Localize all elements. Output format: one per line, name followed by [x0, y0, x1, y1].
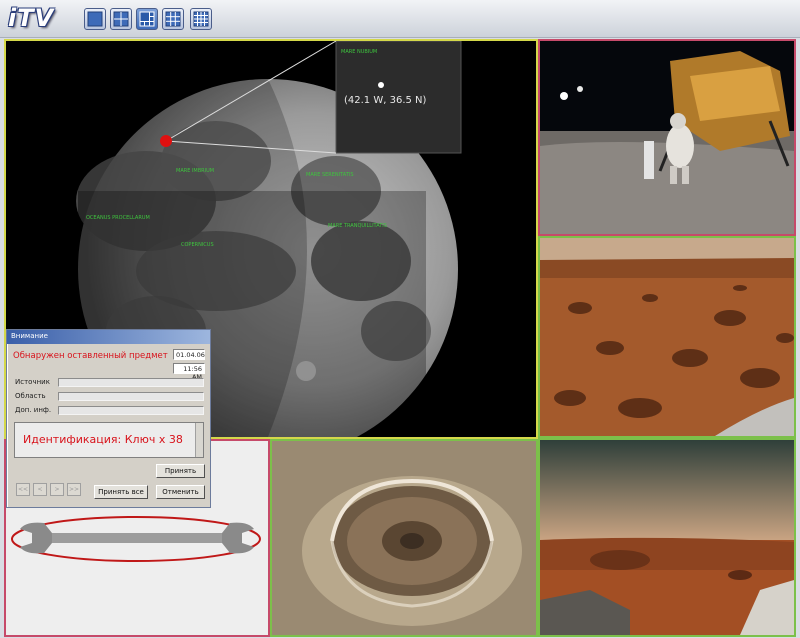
- layout-1plus5-button[interactable]: [136, 8, 158, 30]
- identification-text: Идентификация: Ключ х 38: [23, 433, 183, 446]
- camera-cell-top-right[interactable]: [538, 39, 796, 236]
- camera-cell-bottom-right[interactable]: [538, 438, 796, 637]
- moon-label-serenitatis: MARE SERENITATIS: [306, 172, 354, 178]
- layout-1x1-icon: [87, 11, 103, 27]
- nav-first-button[interactable]: <<: [16, 483, 30, 496]
- layout-3x3-button[interactable]: [162, 8, 184, 30]
- moon-label-procellarum: OCEANUS PROCELLARUM: [86, 215, 150, 221]
- moon-label-imbrium: MARE IMBRIUM: [176, 168, 214, 174]
- layout-4x4-button[interactable]: [190, 8, 212, 30]
- layout-4x4-icon: [193, 11, 209, 27]
- extra-info-label: Доп. инф.: [15, 406, 52, 414]
- layout-1plus5-icon: [139, 11, 155, 27]
- lunar-landing-image: [540, 41, 794, 234]
- object-marker: [160, 135, 172, 147]
- moon-label-nubium: MARE NUBIUM: [341, 49, 377, 55]
- layout-3x3-icon: [165, 11, 181, 27]
- moon-label-tranquillitatis: MARE TRANQUILLITATIS: [328, 223, 387, 229]
- mars-rocks-image: [540, 238, 794, 436]
- cancel-button[interactable]: Отменить: [156, 485, 205, 499]
- source-label: Источник: [15, 378, 50, 386]
- mars-horizon-image: [540, 440, 794, 635]
- source-field: [58, 378, 204, 387]
- dialog-title: Внимание: [7, 330, 210, 344]
- area-label: Область: [15, 392, 46, 400]
- camera-cell-bottom-center[interactable]: [270, 439, 538, 637]
- coords-label: (42.1 W, 36.5 N): [344, 95, 427, 106]
- accept-all-button[interactable]: Принять все: [94, 485, 148, 499]
- alert-message: Обнаружен оставленный предмет: [13, 351, 168, 361]
- itv-logo: iTV: [8, 4, 55, 32]
- area-field: [58, 392, 204, 401]
- layout-1x1-button[interactable]: [84, 8, 106, 30]
- extra-info-field: [58, 406, 204, 415]
- identification-box: Идентификация: Ключ х 38: [14, 422, 204, 458]
- identification-scrollbar[interactable]: [195, 423, 203, 457]
- camera-cell-mid-right[interactable]: [538, 236, 796, 438]
- mars-crater-image: [272, 441, 536, 635]
- moon-label-copernicus: COPERNICUS: [181, 242, 214, 248]
- layout-2x2-button[interactable]: [110, 8, 132, 30]
- nav-last-button[interactable]: >>: [67, 483, 81, 496]
- toolbar: iTV: [0, 0, 800, 38]
- alert-time: 11:56 AM: [173, 363, 205, 381]
- alert-date: 01.04.06: [173, 349, 205, 360]
- layout-2x2-icon: [113, 11, 129, 27]
- nav-prev-button[interactable]: <: [33, 483, 47, 496]
- alert-dialog: Внимание Обнаружен оставленный предмет 0…: [6, 329, 211, 508]
- nav-next-button[interactable]: >: [50, 483, 64, 496]
- accept-button[interactable]: Принять: [156, 464, 205, 478]
